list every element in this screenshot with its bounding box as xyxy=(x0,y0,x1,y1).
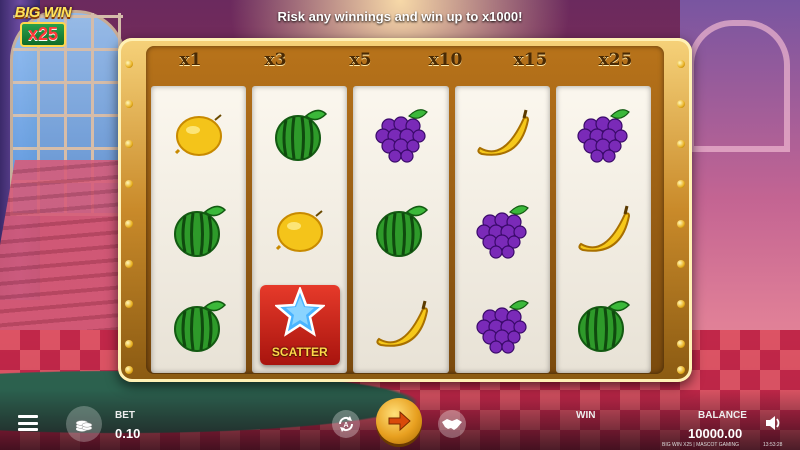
frame-stud xyxy=(125,220,133,228)
logo-multiplier: x25 xyxy=(19,22,67,47)
reel-cell xyxy=(151,182,246,278)
spin-arrow-icon xyxy=(388,410,411,432)
background-arch xyxy=(688,20,790,152)
frame-stud xyxy=(125,366,133,374)
footer-credit: BIG WIN X25 | MASCOT GAMING xyxy=(662,442,740,448)
autoplay-button[interactable]: A xyxy=(332,410,360,438)
reel-3 xyxy=(353,86,449,373)
clock: 13:53:28 xyxy=(763,442,783,448)
watermelon-icon xyxy=(578,300,631,353)
watermelon-icon xyxy=(376,205,429,257)
menu-icon[interactable] xyxy=(18,415,38,431)
reel-cell: SCATTER xyxy=(252,277,347,373)
win-label: WIN xyxy=(576,410,596,421)
turbo-button[interactable] xyxy=(438,410,466,438)
coin-stack-icon xyxy=(75,420,93,432)
reel-cell xyxy=(353,277,448,373)
reel-cell xyxy=(252,182,347,278)
multiplier-x10: x10 xyxy=(428,50,463,70)
reel-cell xyxy=(556,277,651,373)
watermelon-icon xyxy=(274,109,327,161)
reel-5 xyxy=(555,86,652,373)
grapes-icon xyxy=(375,108,428,163)
frame-stud xyxy=(677,340,685,348)
frame-stud xyxy=(125,340,133,348)
bet-coins-button[interactable] xyxy=(66,406,102,442)
multiplier-x5: x5 xyxy=(349,50,372,70)
frame-stud xyxy=(677,260,685,268)
multiplier-x1: x1 xyxy=(179,50,202,70)
scatter-symbol: SCATTER xyxy=(259,285,340,366)
banana-icon xyxy=(477,109,530,156)
reel-cell xyxy=(353,86,448,182)
frame-stud xyxy=(677,366,685,374)
frame-stud xyxy=(677,140,685,148)
frame-stud xyxy=(677,220,685,228)
reel-1 xyxy=(151,86,247,373)
frame-stud xyxy=(125,60,133,68)
banana-icon xyxy=(578,205,631,252)
bet-value: 0.10 xyxy=(115,426,141,441)
multiplier-x25: x25 xyxy=(598,50,633,70)
frame-stud xyxy=(125,140,133,148)
frame-stud xyxy=(677,300,685,308)
svg-text:A: A xyxy=(343,422,348,429)
sound-button[interactable] xyxy=(764,414,784,432)
reel-cell xyxy=(455,277,550,373)
reels-area: SCATTER xyxy=(151,86,652,373)
lemon-icon xyxy=(174,114,222,156)
handshake-icon xyxy=(442,419,462,430)
frame-stud xyxy=(125,260,133,268)
spin-button[interactable] xyxy=(376,398,422,444)
grapes-icon xyxy=(476,204,530,259)
speaker-icon xyxy=(766,416,780,430)
grapes-icon xyxy=(476,300,530,354)
promo-banner: Risk any winnings and win up to x1000! xyxy=(277,9,523,24)
reel-cell xyxy=(252,86,347,182)
multiplier-x15: x15 xyxy=(513,50,548,70)
reel-cell xyxy=(151,277,246,373)
reel-cell xyxy=(151,86,246,182)
frame-stud xyxy=(125,300,133,308)
reel-cell xyxy=(455,182,550,278)
star-icon xyxy=(274,287,325,337)
balance-value: 10000.00 xyxy=(688,426,743,441)
watermelon-icon xyxy=(173,205,226,257)
reel-cell xyxy=(455,86,550,182)
grapes-icon xyxy=(577,108,631,163)
reel-2: SCATTER xyxy=(252,86,348,373)
multiplier-row: x1 x3 x5 x10 x15 x25 xyxy=(148,50,658,70)
frame-stud xyxy=(677,100,685,108)
bet-label: BET xyxy=(115,410,135,421)
scatter-label: SCATTER xyxy=(271,345,328,360)
reel-cell xyxy=(556,86,651,182)
frame-stud xyxy=(677,60,685,68)
lemon-icon xyxy=(275,209,323,252)
banana-icon xyxy=(376,300,429,347)
reel-cell xyxy=(353,182,448,278)
watermelon-icon xyxy=(173,300,226,353)
frame-stud xyxy=(125,180,133,188)
multiplier-x3: x3 xyxy=(264,50,287,70)
autoplay-icon: A xyxy=(338,416,354,432)
reel-cell xyxy=(556,182,651,278)
frame-stud xyxy=(125,100,133,108)
balance-label: BALANCE xyxy=(698,410,747,421)
reel-4 xyxy=(454,86,550,373)
frame-stud xyxy=(677,180,685,188)
